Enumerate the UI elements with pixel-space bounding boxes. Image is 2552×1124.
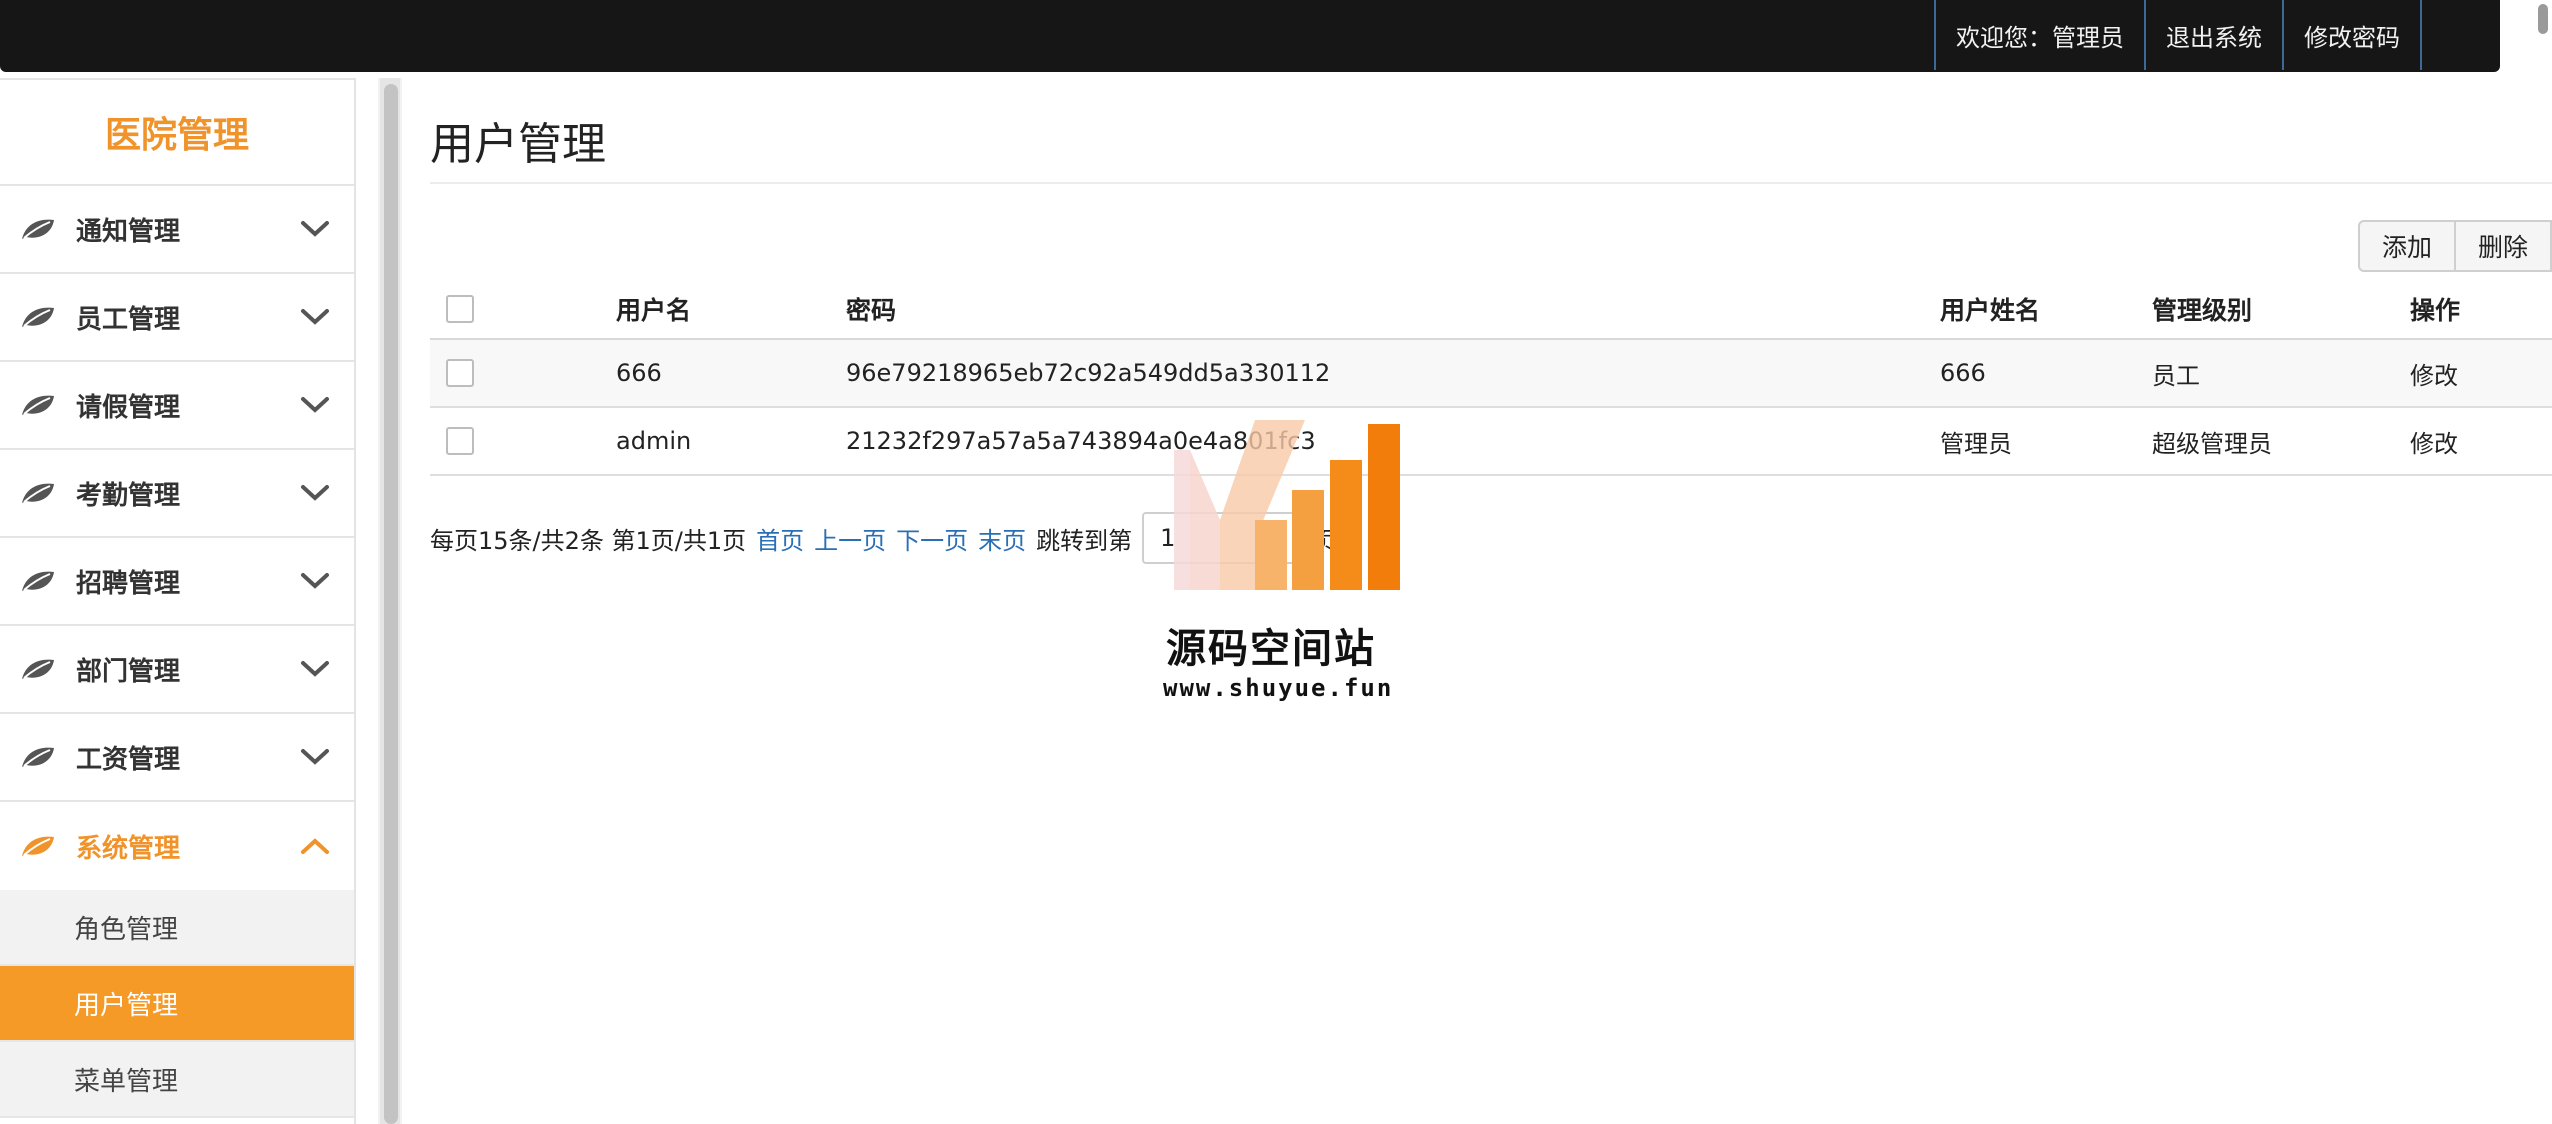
brand-title: 医院管理 xyxy=(0,78,354,186)
pager-prev-link[interactable]: 上一页 xyxy=(814,521,886,556)
sidebar-scrollbar[interactable] xyxy=(378,78,402,1124)
sidebar-item-recruit[interactable]: 招聘管理 xyxy=(0,538,354,626)
sidebar-item-label: 考勤管理 xyxy=(76,480,181,511)
pager-jump-prefix: 跳转到第 xyxy=(1036,526,1133,555)
sidebar-item-label: 招聘管理 xyxy=(76,568,181,599)
page-title: 用户管理 xyxy=(430,119,606,170)
sidebar-item-label: 请假管理 xyxy=(76,392,181,423)
cell-username: 666 xyxy=(616,359,662,387)
sidebar-item-salary[interactable]: 工资管理 xyxy=(0,714,354,802)
leaf-icon xyxy=(22,219,54,239)
chevron-down-icon xyxy=(301,661,329,677)
top-bar: 欢迎您：管理员 退出系统 修改密码 xyxy=(0,0,2500,72)
pager-next-link[interactable]: 下一页 xyxy=(896,521,968,556)
logout-link[interactable]: 退出系统 xyxy=(2144,0,2282,70)
select-all-checkbox[interactable] xyxy=(446,295,474,323)
sidebar-item-attendance[interactable]: 考勤管理 xyxy=(0,450,354,538)
sidebar-item-leave[interactable]: 请假管理 xyxy=(0,362,354,450)
select-all-cell xyxy=(446,280,474,338)
add-button[interactable]: 添加 xyxy=(2357,220,2456,272)
leaf-icon xyxy=(22,395,54,415)
change-password-link[interactable]: 修改密码 xyxy=(2282,0,2422,70)
column-header-level: 管理级别 xyxy=(2152,296,2253,325)
chevron-up-icon xyxy=(301,838,329,854)
leaf-icon xyxy=(22,571,54,591)
sidebar-scrollbar-thumb[interactable] xyxy=(384,84,398,1124)
table-row: 666 96e79218965eb72c92a549dd5a330112 666… xyxy=(430,340,2552,408)
sidebar: 医院管理 通知管理 员工管理 请假管理 考勤管理 招聘管理 部门管理 工资管理 … xyxy=(0,78,356,1124)
chevron-down-icon xyxy=(301,221,329,237)
watermark-title: 源码空间站 xyxy=(1166,626,1376,672)
pager-last-link[interactable]: 末页 xyxy=(978,521,1026,556)
sidebar-item-department[interactable]: 部门管理 xyxy=(0,626,354,714)
cell-level: 超级管理员 xyxy=(2152,429,2272,458)
subitem-user-management[interactable]: 用户管理 xyxy=(0,966,354,1042)
leaf-icon xyxy=(22,483,54,503)
watermark-logo xyxy=(1174,420,1400,590)
subitem-role-management[interactable]: 角色管理 xyxy=(0,890,354,966)
edit-link[interactable]: 修改 xyxy=(2410,340,2458,406)
window-scrollbar-thumb[interactable] xyxy=(2538,4,2548,34)
cell-username: admin xyxy=(616,427,692,455)
chevron-down-icon xyxy=(301,397,329,413)
cell-name: 666 xyxy=(1940,359,1986,387)
table-row: admin 21232f297a57a5a743894a0e4a801fc3 管… xyxy=(430,408,2552,476)
table-toolbar: 添加 删除 xyxy=(2357,220,2552,272)
sidebar-item-notice[interactable]: 通知管理 xyxy=(0,186,354,274)
pager-first-link[interactable]: 首页 xyxy=(756,521,804,556)
column-header-action: 操作 xyxy=(2410,296,2461,325)
pager-summary: 每页15条/共2条 第1页/共1页 xyxy=(430,526,747,555)
welcome-text: 欢迎您：管理员 xyxy=(1934,0,2144,70)
sidebar-item-staff[interactable]: 员工管理 xyxy=(0,274,354,362)
cell-level: 员工 xyxy=(2152,361,2200,390)
subitem-menu-management[interactable]: 菜单管理 xyxy=(0,1042,354,1118)
sidebar-item-label: 系统管理 xyxy=(76,833,181,864)
column-header-username: 用户名 xyxy=(616,296,692,325)
chevron-down-icon xyxy=(301,573,329,589)
leaf-icon xyxy=(22,836,54,856)
delete-button[interactable]: 删除 xyxy=(2455,220,2552,272)
row-select-cell xyxy=(446,340,474,406)
window-scrollbar[interactable] xyxy=(2534,0,2552,40)
chevron-down-icon xyxy=(301,309,329,325)
row-checkbox[interactable] xyxy=(446,359,474,387)
main-content: 用户管理 添加 删除 用户名 密码 用户姓名 管理级别 操作 666 96e79… xyxy=(430,78,2552,1124)
row-checkbox[interactable] xyxy=(446,427,474,455)
sidebar-item-label: 部门管理 xyxy=(76,656,181,687)
column-header-password: 密码 xyxy=(846,296,897,325)
leaf-icon xyxy=(22,747,54,767)
chevron-down-icon xyxy=(301,749,329,765)
top-links: 欢迎您：管理员 退出系统 修改密码 xyxy=(1934,0,2422,70)
edit-link[interactable]: 修改 xyxy=(2410,408,2458,474)
row-select-cell xyxy=(446,408,474,474)
cell-password: 96e79218965eb72c92a549dd5a330112 xyxy=(846,359,1331,387)
watermark-url: www.shuyue.fun xyxy=(1163,674,1394,702)
sidebar-item-system[interactable]: 系统管理 xyxy=(0,802,354,890)
user-table: 用户名 密码 用户姓名 管理级别 操作 666 96e79218965eb72c… xyxy=(430,280,2552,476)
column-header-name: 用户姓名 xyxy=(1940,296,2041,325)
cell-name: 管理员 xyxy=(1940,429,2012,458)
sidebar-item-label: 通知管理 xyxy=(76,216,181,247)
leaf-icon xyxy=(22,307,54,327)
table-header-row: 用户名 密码 用户姓名 管理级别 操作 xyxy=(430,280,2552,340)
leaf-icon xyxy=(22,659,54,679)
title-divider xyxy=(430,182,2552,184)
chevron-down-icon xyxy=(301,485,329,501)
sidebar-item-label: 工资管理 xyxy=(76,744,181,775)
sidebar-item-label: 员工管理 xyxy=(76,304,181,335)
